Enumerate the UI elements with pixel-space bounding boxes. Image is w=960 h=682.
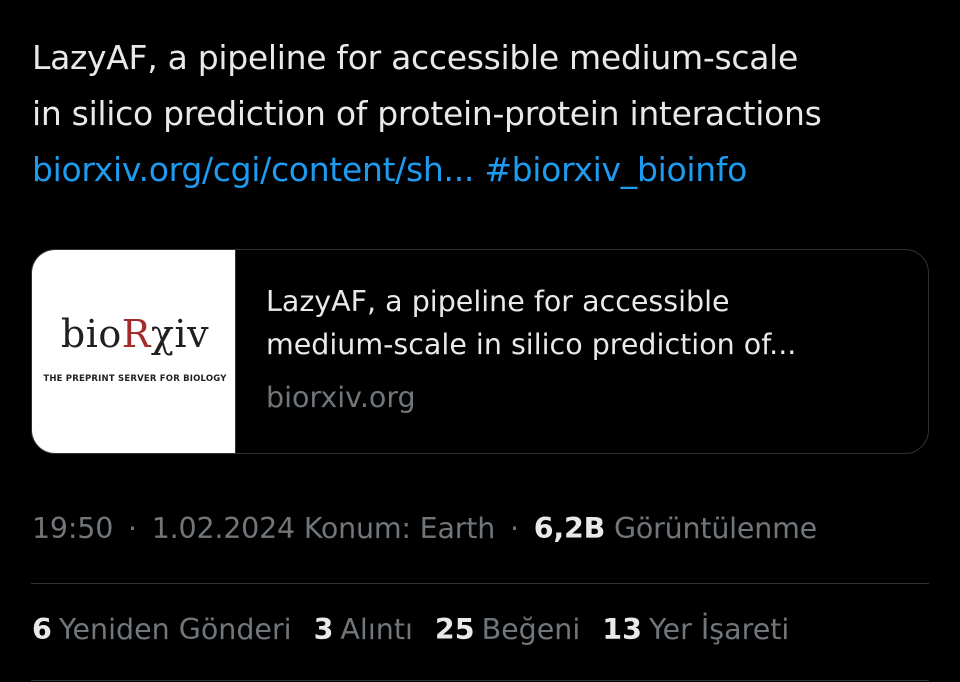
tweet-text: LazyAF, a pipeline for accessible medium… (32, 30, 942, 198)
divider (31, 583, 929, 584)
biorxiv-logo-tagline: THE PREPRINT SERVER FOR BIOLOGY (43, 374, 227, 384)
tweet-links-line: biorxiv.org/cgi/content/sh... #biorxiv_b… (32, 142, 942, 198)
hashtag-link[interactable]: #biorxiv_bioinfo (484, 150, 747, 189)
views-count[interactable]: 6,2B (534, 512, 606, 545)
meta-separator: · (128, 512, 137, 545)
card-title-line-1: LazyAF, a pipeline for accessible (266, 285, 730, 318)
meta-separator: · (509, 512, 519, 545)
article-link[interactable]: biorxiv.org/cgi/content/sh... (32, 150, 474, 189)
tweet-text-line-2: in silico prediction of protein-protein … (32, 94, 822, 133)
engagement-stats: 6 Yeniden Gönderi 3 Alıntı 25 Beğeni 13 Yer … (32, 613, 789, 646)
biorxiv-logo-image: bioRχiv THE PREPRINT SERVER FOR BIOLOGY (32, 250, 236, 453)
tweet-text-line-1: LazyAF, a pipeline for accessible medium… (32, 38, 799, 77)
tweet-location: Konum: Earth (303, 512, 496, 545)
divider (31, 680, 929, 681)
card-domain: biorxiv.org (266, 381, 416, 414)
tweet-time[interactable]: 19:50 (32, 512, 113, 545)
card-body: LazyAF, a pipeline for accessible medium… (236, 250, 796, 453)
stat-reposts[interactable]: 6 Yeniden Gönderi (32, 613, 292, 646)
stat-quotes[interactable]: 3 Alıntı (314, 613, 413, 646)
card-title-line-2: medium-scale in silico prediction of... (266, 328, 797, 361)
biorxiv-logo-wordmark: bioRχiv (60, 312, 210, 356)
views-label: Görüntülenme (613, 512, 817, 545)
stat-likes[interactable]: 25 Beğeni (435, 613, 580, 646)
link-preview-card[interactable]: bioRχiv THE PREPRINT SERVER FOR BIOLOGY … (31, 249, 929, 454)
tweet-meta: 19:50 · 1.02.2024 Konum: Earth · 6,2B Gö… (32, 512, 817, 545)
tweet-date[interactable]: 1.02.2024 (152, 512, 295, 545)
stat-bookmarks[interactable]: 13 Yer İşareti (602, 613, 789, 646)
